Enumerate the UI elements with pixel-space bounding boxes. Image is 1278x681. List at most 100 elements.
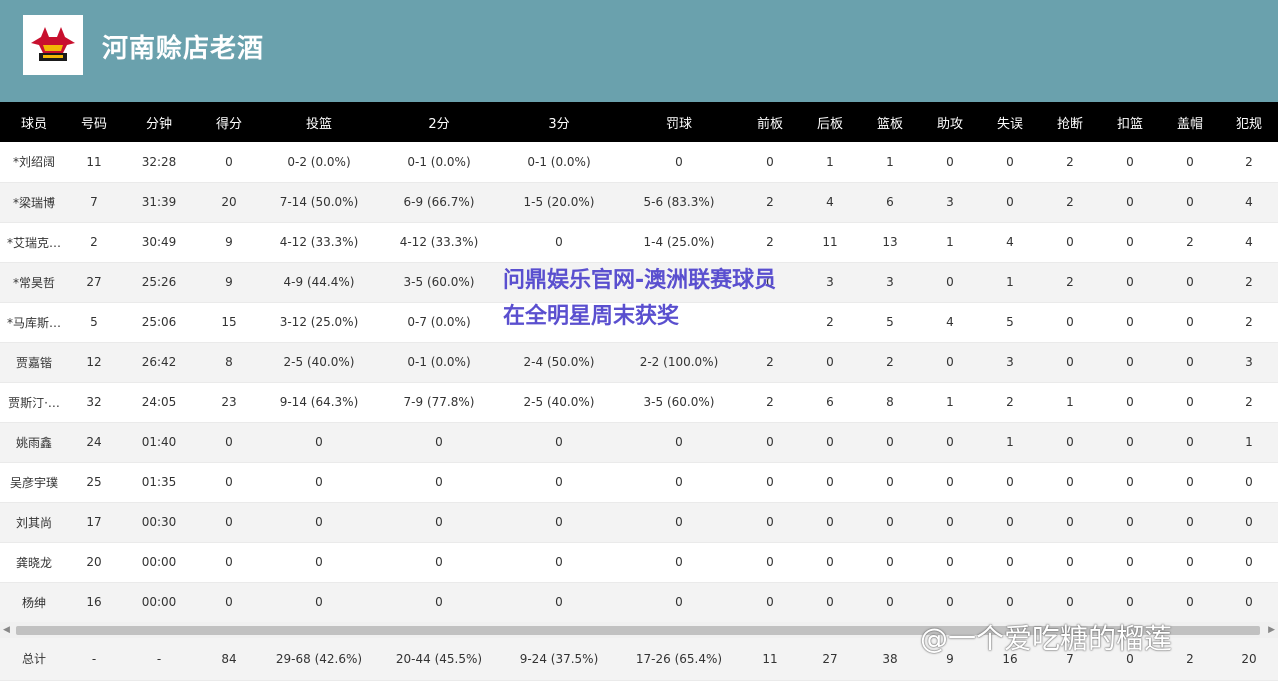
stat-cell: 23	[198, 382, 260, 423]
column-header[interactable]: 号码	[68, 102, 120, 142]
stat-cell: 25:06	[120, 302, 198, 343]
stat-cell: 0	[1160, 342, 1220, 383]
column-header[interactable]: 抢断	[1040, 102, 1100, 142]
table-row: 龚晓龙 20 00:00 0 0 0 0 0 0 0 0 0 0 0 0 0 0	[0, 542, 1278, 583]
stat-cell: 0	[980, 582, 1040, 623]
stat-cell: 01:35	[120, 462, 198, 503]
player-name-cell[interactable]: *艾瑞克…	[0, 222, 68, 263]
team-name: 河南赊店老酒	[102, 34, 265, 64]
stat-cell: 0	[1160, 502, 1220, 543]
totals-cell: -	[68, 638, 120, 681]
stat-cell: 0	[980, 542, 1040, 583]
stat-cell: 0	[1220, 502, 1278, 543]
stat-cell: 2	[740, 182, 800, 223]
stat-cell: 0	[980, 502, 1040, 543]
player-name-cell[interactable]: 龚晓龙	[0, 542, 68, 583]
column-header[interactable]: 后板	[800, 102, 860, 142]
stat-cell: 32:28	[120, 142, 198, 183]
stat-cell: 3	[1220, 342, 1278, 383]
totals-label: 总计	[0, 638, 68, 681]
column-header[interactable]: 扣篮	[1100, 102, 1160, 142]
column-header[interactable]: 犯规	[1220, 102, 1278, 142]
player-name-cell[interactable]: 姚雨鑫	[0, 422, 68, 463]
stat-cell: 1	[920, 382, 980, 423]
stat-cell: 0	[378, 502, 500, 543]
totals-cell: 17-26 (65.4%)	[618, 638, 740, 681]
stat-cell: 0	[198, 582, 260, 623]
stat-cell: 3-5 (60.0%)	[618, 382, 740, 423]
stat-cell: 0	[1100, 342, 1160, 383]
column-header[interactable]: 得分	[198, 102, 260, 142]
column-header[interactable]: 2分	[378, 102, 500, 142]
column-header[interactable]: 罚球	[618, 102, 740, 142]
scroll-left-icon[interactable]: ◀	[3, 624, 13, 636]
player-name-cell[interactable]: 杨绅	[0, 582, 68, 623]
table-row: 吴彦宇璞 25 01:35 0 0 0 0 0 0 0 0 0 0 0 0 0 0	[0, 462, 1278, 503]
column-header[interactable]: 助攻	[920, 102, 980, 142]
stat-cell: 1	[800, 142, 860, 183]
stat-cell: 0-7 (0.0%)	[378, 302, 500, 343]
stat-cell: 3	[920, 182, 980, 223]
column-header[interactable]: 失误	[980, 102, 1040, 142]
stat-cell: 27	[68, 262, 120, 303]
stat-cell: 0	[800, 502, 860, 543]
table-row: 杨绅 16 00:00 0 0 0 0 0 0 0 0 0 0 0 0 0 0	[0, 582, 1278, 623]
table-row: 贾斯汀·… 32 24:05 23 9-14 (64.3%) 7-9 (77.8%) 2-5…	[0, 382, 1278, 423]
column-header[interactable]: 投篮	[260, 102, 378, 142]
player-name-cell[interactable]: 贾斯汀·…	[0, 382, 68, 423]
stat-cell: 2-4 (50.0%)	[500, 342, 618, 383]
stat-cell: 9	[198, 222, 260, 263]
column-header[interactable]: 3分	[500, 102, 618, 142]
column-header[interactable]: 前板	[740, 102, 800, 142]
stat-cell: 0	[740, 422, 800, 463]
stat-cell: 2-5 (40.0%)	[260, 342, 378, 383]
player-name-cell[interactable]: *刘绍阔	[0, 142, 68, 183]
stat-cell: 0	[1040, 342, 1100, 383]
stat-cell: 0	[740, 542, 800, 583]
stat-cell: 0	[1220, 462, 1278, 503]
stat-cell: 0	[1100, 302, 1160, 343]
scroll-right-icon[interactable]: ▶	[1265, 624, 1275, 636]
stat-cell: 0	[1100, 542, 1160, 583]
stat-cell: 0	[1160, 422, 1220, 463]
stat-cell: 24	[68, 422, 120, 463]
stat-cell: 0	[740, 142, 800, 183]
player-name-cell[interactable]: 吴彦宇璞	[0, 462, 68, 503]
table-row: *梁瑞博 7 31:39 20 7-14 (50.0%) 6-9 (66.7%) 1-5 (…	[0, 182, 1278, 223]
stat-cell: 16	[68, 582, 120, 623]
stat-cell: 3	[800, 262, 860, 303]
stat-cell: 0	[920, 422, 980, 463]
stat-cell: 0-2 (0.0%)	[260, 142, 378, 183]
stat-cell: 3	[860, 262, 920, 303]
stat-cell: 2	[860, 342, 920, 383]
player-name-cell[interactable]: *常昊哲	[0, 262, 68, 303]
column-header[interactable]: 盖帽	[1160, 102, 1220, 142]
stat-cell: 1-4 (25.0%)	[618, 222, 740, 263]
stat-cell: 5	[68, 302, 120, 343]
stat-cell: 6	[800, 382, 860, 423]
player-name-cell[interactable]: *马库斯…	[0, 302, 68, 343]
stat-cell: 0	[1160, 182, 1220, 223]
column-header[interactable]: 球员	[0, 102, 68, 142]
stat-cell: 0	[378, 422, 500, 463]
stat-cell: 17	[68, 502, 120, 543]
totals-cell: 20-44 (45.5%)	[378, 638, 500, 681]
stat-cell: 7-9 (77.8%)	[378, 382, 500, 423]
stat-cell: 0	[1040, 302, 1100, 343]
stat-cell: 2	[1160, 222, 1220, 263]
stat-cell: 25:26	[120, 262, 198, 303]
stat-cell: 0	[860, 542, 920, 583]
stat-cell: 11	[800, 222, 860, 263]
stat-cell: 1	[1040, 382, 1100, 423]
stat-cell: 0	[980, 182, 1040, 223]
column-header[interactable]: 分钟	[120, 102, 198, 142]
stat-cell: 25	[68, 462, 120, 503]
stat-cell: 24:05	[120, 382, 198, 423]
column-header[interactable]: 篮板	[860, 102, 920, 142]
totals-cell: 38	[860, 638, 920, 681]
stat-cell: 0	[1160, 302, 1220, 343]
player-name-cell[interactable]: 刘其尚	[0, 502, 68, 543]
player-name-cell[interactable]: *梁瑞博	[0, 182, 68, 223]
stat-cell: 0	[1100, 222, 1160, 263]
player-name-cell[interactable]: 贾嘉锴	[0, 342, 68, 383]
